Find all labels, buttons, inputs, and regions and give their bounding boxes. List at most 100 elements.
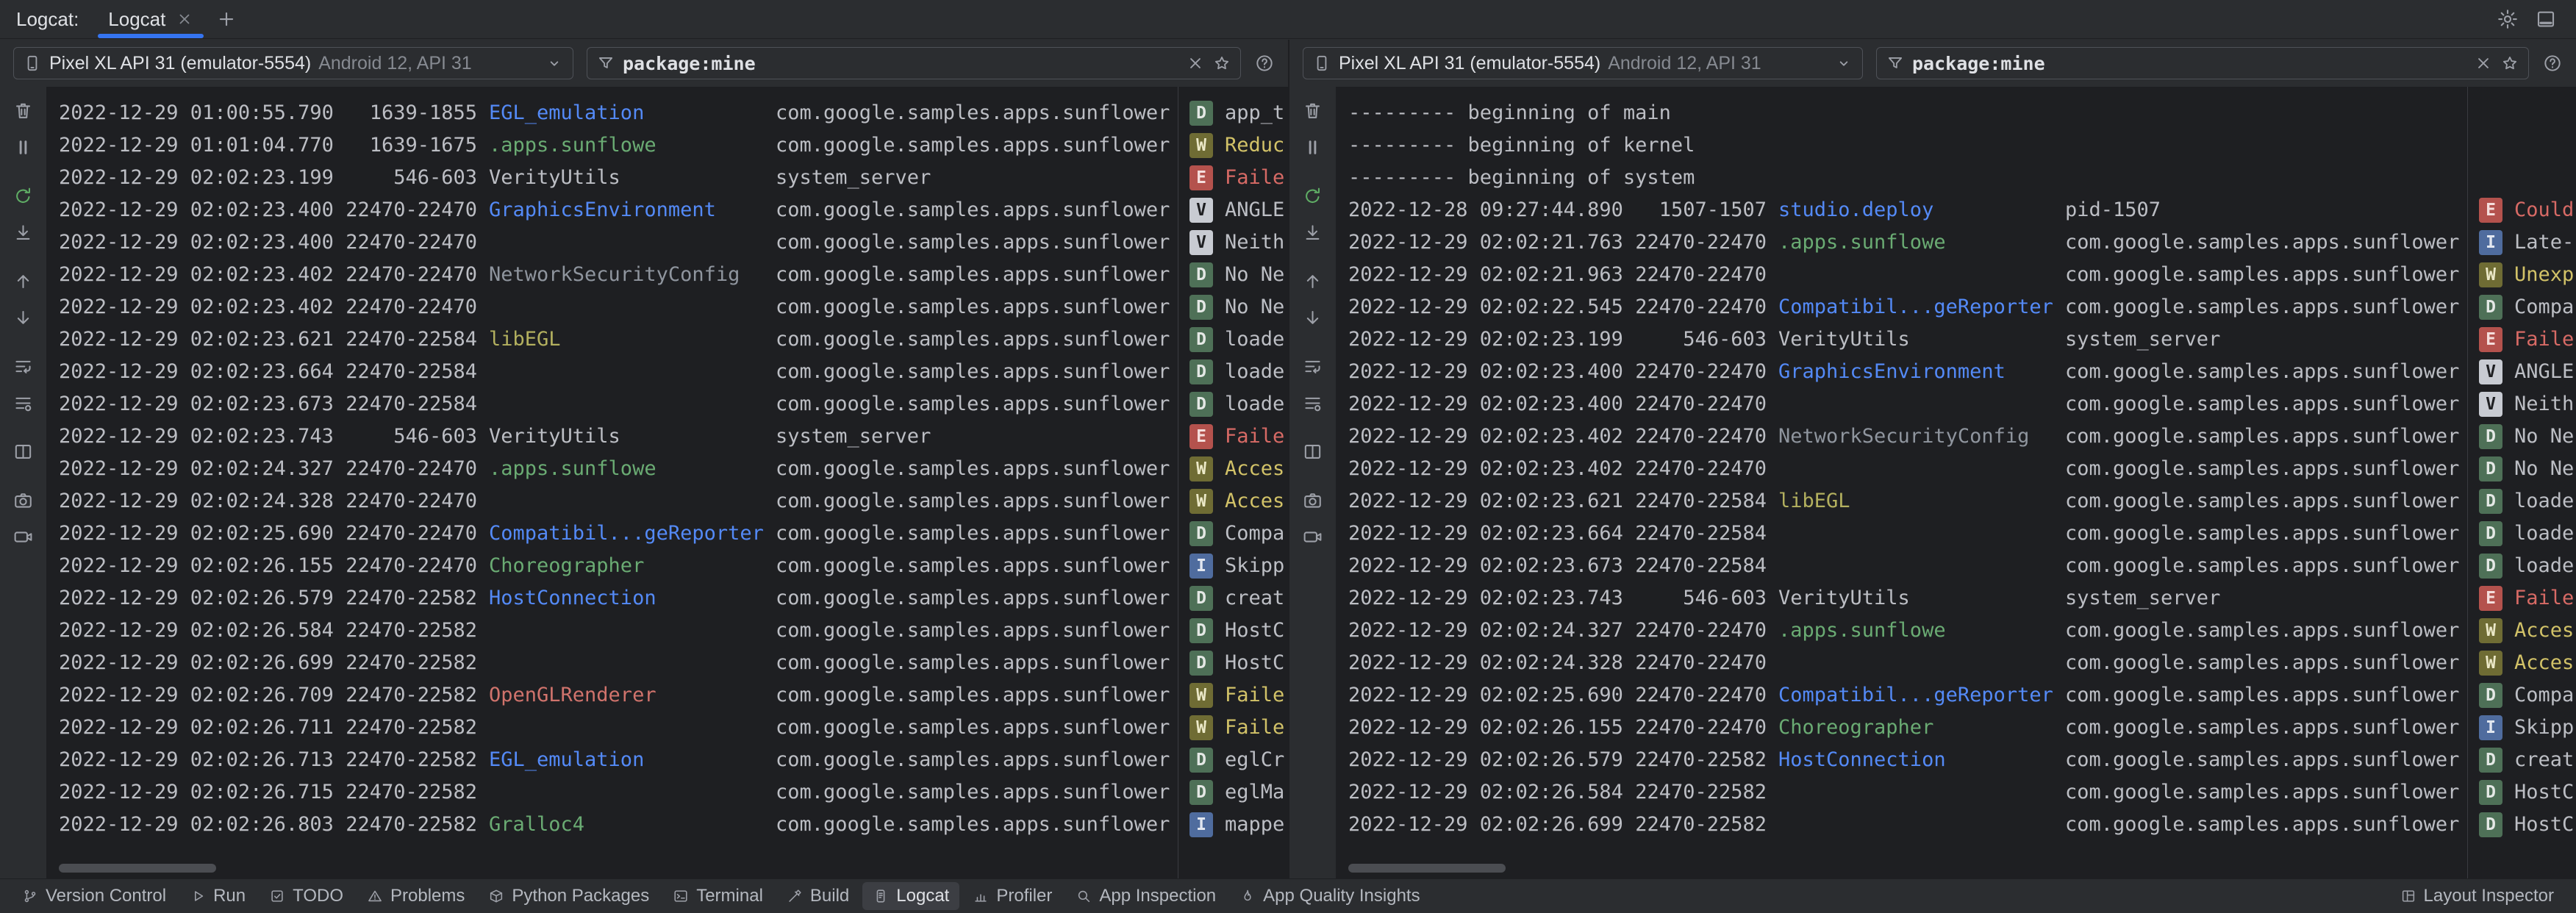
- log-row[interactable]: 2022-12-29 02:02:25.690 22470-22470 Compat…: [47, 518, 1288, 550]
- log-row[interactable]: 2022-12-29 02:02:26.579 22470-22582 HostCo…: [47, 582, 1288, 615]
- log-row[interactable]: 2022-12-29 02:02:26.711 22470-22582 com.go…: [47, 712, 1288, 744]
- record-screen-button[interactable]: [9, 522, 38, 551]
- funnel-icon[interactable]: [596, 54, 615, 73]
- toolwindow-button-app-quality-insights[interactable]: App Quality Insights: [1229, 882, 1430, 910]
- log-row[interactable]: 2022-12-29 02:02:23.621 22470-22584 libEGL…: [1337, 485, 2576, 518]
- chevron-down-icon[interactable]: [545, 54, 564, 73]
- toolwindow-button-app-inspection[interactable]: App Inspection: [1065, 882, 1226, 910]
- log-row[interactable]: --------- beginning of kernel: [1337, 129, 2576, 162]
- device-selector[interactable]: Pixel XL API 31 (emulator-5554) Android 1…: [1303, 47, 1863, 79]
- clear-filter-icon[interactable]: [1186, 54, 1205, 73]
- log-row[interactable]: 2022-12-29 02:02:23.402 22470-22470 Networ…: [47, 259, 1288, 291]
- chevron-down-icon[interactable]: [1834, 54, 1853, 73]
- log-row[interactable]: 2022-12-29 02:02:23.400 22470-22470 Graphi…: [47, 194, 1288, 226]
- log-row[interactable]: 2022-12-29 02:02:23.621 22470-22584 libEGL…: [47, 323, 1288, 356]
- toolwindow-button-todo[interactable]: TODO: [259, 882, 354, 910]
- log-row[interactable]: 2022-12-29 01:00:55.790 1639-1855 EGL_emul…: [47, 97, 1288, 129]
- log-row[interactable]: 2022-12-29 01:01:04.770 1639-1675 .apps.su…: [47, 129, 1288, 162]
- split-panels-button[interactable]: [1298, 437, 1328, 466]
- record-screen-button[interactable]: [1298, 522, 1328, 551]
- add-tab-button[interactable]: [215, 8, 237, 30]
- log-row[interactable]: 2022-12-29 02:02:26.715 22470-22582 com.go…: [47, 776, 1288, 809]
- toolwindow-button-problems[interactable]: Problems: [357, 882, 475, 910]
- clear-logcat-button[interactable]: [9, 96, 38, 125]
- log-row[interactable]: 2022-12-29 02:02:23.664 22470-22584 com.go…: [47, 356, 1288, 388]
- toolwindow-button-logcat[interactable]: Logcat: [862, 882, 960, 910]
- hide-toolwindow-button[interactable]: [2535, 8, 2557, 30]
- log-row[interactable]: 2022-12-29 02:02:24.328 22470-22470 com.go…: [1337, 647, 2576, 679]
- log-row[interactable]: 2022-12-29 02:02:26.584 22470-22582 com.go…: [1337, 776, 2576, 809]
- log-row[interactable]: 2022-12-29 02:02:24.328 22470-22470 com.go…: [47, 485, 1288, 518]
- log-row[interactable]: 2022-12-29 02:02:26.699 22470-22582 com.go…: [1337, 809, 2576, 841]
- next-message-button[interactable]: [1298, 303, 1328, 332]
- previous-message-button[interactable]: [9, 266, 38, 296]
- log-row[interactable]: 2022-12-29 02:02:23.743 546-603 VerityUtil…: [47, 420, 1288, 453]
- log-row[interactable]: 2022-12-29 02:02:23.199 546-603 VerityUtil…: [47, 162, 1288, 194]
- soft-wrap-button[interactable]: [1298, 351, 1328, 381]
- settings-button[interactable]: [2497, 8, 2519, 30]
- favorite-filter-star-icon[interactable]: [2500, 54, 2519, 73]
- formatting-options-button[interactable]: [9, 388, 38, 418]
- split-panels-button[interactable]: [9, 437, 38, 466]
- formatting-options-button[interactable]: [1298, 388, 1328, 418]
- toolwindow-button-python-packages[interactable]: Python Packages: [478, 882, 659, 910]
- log-row[interactable]: 2022-12-29 02:02:21.763 22470-22470 .apps.…: [1337, 226, 2576, 259]
- log-row[interactable]: 2022-12-29 02:02:21.963 22470-22470 com.go…: [1337, 259, 2576, 291]
- take-screenshot-button[interactable]: [1298, 485, 1328, 515]
- soft-wrap-button[interactable]: [9, 351, 38, 381]
- device-selector[interactable]: Pixel XL API 31 (emulator-5554) Android 1…: [13, 47, 573, 79]
- log-row[interactable]: 2022-12-29 02:02:22.545 22470-22470 Compat…: [1337, 291, 2576, 323]
- log-row[interactable]: 2022-12-29 02:02:23.400 22470-22470 com.go…: [1337, 388, 2576, 420]
- toolwindow-button-terminal[interactable]: Terminal: [662, 882, 773, 910]
- log-row[interactable]: 2022-12-29 02:02:26.803 22470-22582 Grallo…: [47, 809, 1288, 841]
- log-row[interactable]: 2022-12-29 02:02:26.699 22470-22582 com.go…: [47, 647, 1288, 679]
- close-icon[interactable]: [176, 10, 193, 28]
- log-row[interactable]: 2022-12-29 02:02:26.584 22470-22582 com.go…: [47, 615, 1288, 647]
- log-row[interactable]: 2022-12-29 02:02:26.709 22470-22582 OpenGL…: [47, 679, 1288, 712]
- log-row[interactable]: 2022-12-28 09:27:44.890 1507-1507 studio.d…: [1337, 194, 2576, 226]
- log-row[interactable]: 2022-12-29 02:02:26.155 22470-22470 Choreo…: [47, 550, 1288, 582]
- log-row[interactable]: 2022-12-29 02:02:24.327 22470-22470 .apps.…: [47, 453, 1288, 485]
- log-row[interactable]: 2022-12-29 02:02:23.402 22470-22470 Networ…: [1337, 420, 2576, 453]
- previous-message-button[interactable]: [1298, 266, 1328, 296]
- log-row[interactable]: 2022-12-29 02:02:24.327 22470-22470 .apps.…: [1337, 615, 2576, 647]
- scroll-to-end-button[interactable]: [9, 218, 38, 247]
- restart-logcat-button[interactable]: [1298, 181, 1328, 210]
- clear-logcat-button[interactable]: [1298, 96, 1328, 125]
- log-row[interactable]: 2022-12-29 02:02:26.155 22470-22470 Choreo…: [1337, 712, 2576, 744]
- log-row[interactable]: 2022-12-29 02:02:26.713 22470-22582 EGL_em…: [47, 744, 1288, 776]
- restart-logcat-button[interactable]: [9, 181, 38, 210]
- log-row[interactable]: 2022-12-29 02:02:23.673 22470-22584 com.go…: [47, 388, 1288, 420]
- log-row[interactable]: --------- beginning of system: [1337, 162, 2576, 194]
- toolwindow-button-build[interactable]: Build: [776, 882, 859, 910]
- pause-logcat-button[interactable]: [9, 132, 38, 162]
- horizontal-scrollbar[interactable]: [59, 864, 216, 873]
- log-row[interactable]: 2022-12-29 02:02:23.199 546-603 VerityUtil…: [1337, 323, 2576, 356]
- log-row[interactable]: 2022-12-29 02:02:23.400 22470-22470 Graphi…: [1337, 356, 2576, 388]
- scroll-to-end-button[interactable]: [1298, 218, 1328, 247]
- clear-filter-icon[interactable]: [2474, 54, 2493, 73]
- log-row[interactable]: 2022-12-29 02:02:23.673 22470-22584 com.go…: [1337, 550, 2576, 582]
- log-row[interactable]: --------- beginning of main: [1337, 97, 2576, 129]
- take-screenshot-button[interactable]: [9, 485, 38, 515]
- toolwindow-button-run[interactable]: Run: [179, 882, 256, 910]
- horizontal-scrollbar[interactable]: [1348, 864, 1506, 873]
- next-message-button[interactable]: [9, 303, 38, 332]
- tab-logcat[interactable]: Logcat: [93, 0, 208, 38]
- log-row[interactable]: 2022-12-29 02:02:23.743 546-603 VerityUtil…: [1337, 582, 2576, 615]
- logcat-filter-input[interactable]: package:mine: [587, 47, 1241, 79]
- help-icon[interactable]: [1254, 53, 1275, 74]
- toolwindow-button-profiler[interactable]: Profiler: [962, 882, 1062, 910]
- log-row[interactable]: 2022-12-29 02:02:25.690 22470-22470 Compat…: [1337, 679, 2576, 712]
- log-row[interactable]: 2022-12-29 02:02:23.664 22470-22584 com.go…: [1337, 518, 2576, 550]
- toolwindow-button-layout-inspector[interactable]: Layout Inspector: [2390, 882, 2564, 910]
- favorite-filter-star-icon[interactable]: [1212, 54, 1231, 73]
- log-row[interactable]: 2022-12-29 02:02:23.402 22470-22470 com.go…: [47, 291, 1288, 323]
- funnel-icon[interactable]: [1886, 54, 1905, 73]
- toolwindow-button-version-control[interactable]: Version Control: [12, 882, 176, 910]
- log-row[interactable]: 2022-12-29 02:02:26.579 22470-22582 HostCo…: [1337, 744, 2576, 776]
- help-icon[interactable]: [2542, 53, 2563, 74]
- log-row[interactable]: 2022-12-29 02:02:23.402 22470-22470 com.go…: [1337, 453, 2576, 485]
- log-row[interactable]: 2022-12-29 02:02:23.400 22470-22470 com.go…: [47, 226, 1288, 259]
- logcat-filter-input[interactable]: package:mine: [1876, 47, 2529, 79]
